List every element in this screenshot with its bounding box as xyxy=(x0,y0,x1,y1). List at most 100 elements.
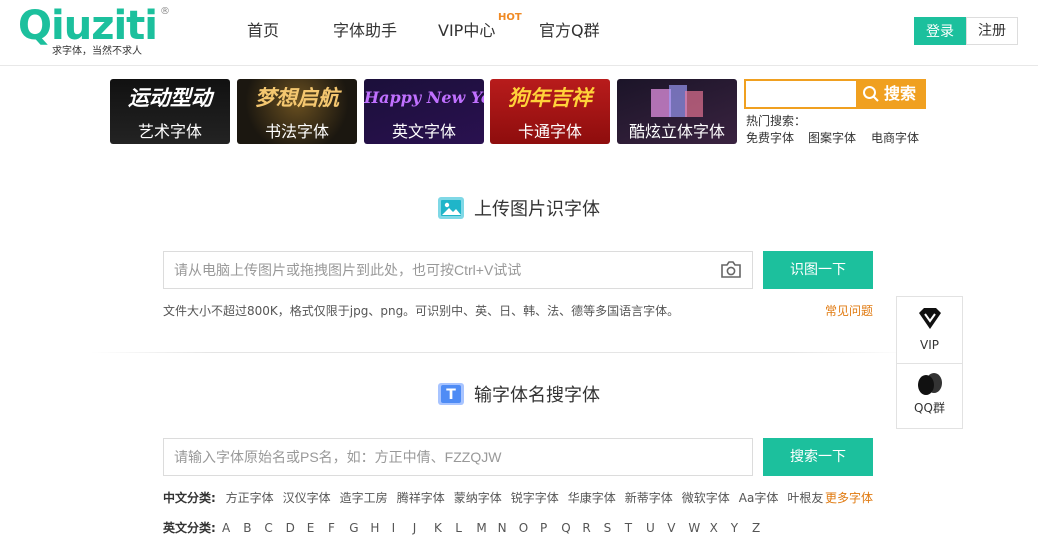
top-search-box: 搜索 xyxy=(744,79,926,109)
nav-vip-center[interactable]: VIP中心 xyxy=(438,20,495,42)
english-letter-link[interactable]: P xyxy=(540,520,547,536)
english-letter-link[interactable]: U xyxy=(646,520,655,536)
banner-art-text: 运动型动 xyxy=(128,86,212,110)
font-name-input[interactable] xyxy=(164,439,752,475)
banner-art-fonts[interactable]: 运动型动 艺术字体 xyxy=(110,79,230,144)
identify-image-button[interactable]: 识图一下 xyxy=(763,251,873,289)
english-letter-link[interactable]: V xyxy=(667,520,675,536)
banner-caption: 酷炫立体字体 xyxy=(628,122,725,141)
chinese-category-item[interactable]: 叶根友 xyxy=(787,491,823,505)
upload-input-box xyxy=(163,251,753,289)
chinese-category-item[interactable]: 蒙纳字体 xyxy=(454,491,502,505)
english-category-row: 英文分类: xyxy=(163,520,222,536)
side-qq-group-button[interactable]: QQ群 xyxy=(897,364,962,430)
text-font-icon: T xyxy=(438,383,464,405)
english-letter-link[interactable]: T xyxy=(625,520,632,536)
upload-image-input[interactable] xyxy=(164,252,752,288)
top-search-button[interactable]: 搜索 xyxy=(856,81,924,107)
faq-link[interactable]: 常见问题 xyxy=(825,303,873,319)
upload-section-title: 上传图片识字体 xyxy=(474,199,600,220)
logo[interactable]: Qiuziti ® 求字体，当然不求人 xyxy=(18,4,178,60)
header: Qiuziti ® 求字体，当然不求人 首页 字体助手 VIP中心 官方Q群 H… xyxy=(0,0,1038,66)
banner-caption: 艺术字体 xyxy=(137,122,202,141)
chinese-category-item[interactable]: 方正字体 xyxy=(226,491,274,505)
english-letter-link[interactable]: G xyxy=(349,520,358,536)
logo-text: Qiuziti xyxy=(18,3,158,49)
name-search-input-box xyxy=(163,438,753,476)
chinese-category-item[interactable]: 华康字体 xyxy=(568,491,616,505)
register-button[interactable]: 注册 xyxy=(966,17,1018,45)
banner-caption: 英文字体 xyxy=(391,122,456,141)
chinese-category-label: 中文分类: xyxy=(163,491,216,505)
banner-cartoon-fonts[interactable]: 狗年吉祥 卡通字体 xyxy=(490,79,610,144)
image-upload-icon xyxy=(438,197,464,219)
english-letter-link[interactable]: C xyxy=(264,520,272,536)
section-divider xyxy=(90,352,910,353)
hot-badge: HOT xyxy=(498,12,522,23)
english-letter-link[interactable]: B xyxy=(243,520,251,536)
english-letter-link[interactable]: K xyxy=(434,520,442,536)
vip-diamond-icon xyxy=(919,308,941,329)
english-letter-link[interactable]: Q xyxy=(561,520,570,536)
english-letter-link[interactable]: E xyxy=(307,520,315,536)
english-letter-link[interactable]: S xyxy=(604,520,612,536)
hot-link-ecommerce-fonts[interactable]: 电商字体 xyxy=(871,130,919,146)
qq-group-icon xyxy=(918,373,942,395)
chinese-category-row: 中文分类: 方正字体 汉仪字体 造字工房 腾祥字体 蒙纳字体 锐字字体 华康字体 新蒂字体 微软… xyxy=(163,490,832,506)
english-letter-link[interactable]: Y xyxy=(731,520,738,536)
svg-text:T: T xyxy=(446,387,456,403)
banner-3d-art xyxy=(651,85,703,117)
side-qq-group-label: QQ群 xyxy=(914,401,945,415)
banner-art-text: 梦想启航 xyxy=(255,86,339,110)
banner-calligraphy-fonts[interactable]: 梦想启航 书法字体 xyxy=(237,79,357,144)
english-letter-link[interactable]: H xyxy=(370,520,379,536)
chinese-category-item[interactable]: 腾祥字体 xyxy=(397,491,445,505)
nav-home[interactable]: 首页 xyxy=(247,20,279,42)
hot-link-pattern-fonts[interactable]: 图案字体 xyxy=(808,130,856,146)
english-letter-link[interactable]: O xyxy=(519,520,528,536)
banner-english-fonts[interactable]: Happy New Year 英文字体 xyxy=(364,79,484,144)
nav-official-qq-group[interactable]: 官方Q群 xyxy=(539,20,600,42)
english-category-label: 英文分类: xyxy=(163,521,216,535)
logo-slogan: 求字体，当然不求人 xyxy=(52,46,142,57)
english-letter-link[interactable]: F xyxy=(328,520,335,536)
english-letter-link[interactable]: I xyxy=(392,520,396,536)
hot-search-label: 热门搜索： xyxy=(746,114,807,128)
english-letter-link[interactable]: A xyxy=(222,520,230,536)
more-fonts-link[interactable]: 更多字体 xyxy=(825,490,873,506)
english-letter-link[interactable]: Z xyxy=(752,520,760,536)
banner-caption: 书法字体 xyxy=(264,122,329,141)
floating-side-panel: VIP QQ群 xyxy=(896,296,963,429)
chinese-category-item[interactable]: 锐字字体 xyxy=(511,491,559,505)
english-letter-link[interactable]: L xyxy=(455,520,462,536)
chinese-category-item[interactable]: 微软字体 xyxy=(682,491,730,505)
english-letter-link[interactable]: N xyxy=(498,520,507,536)
banner-3d-fonts[interactable]: 酷炫立体字体 xyxy=(617,79,737,144)
upload-note: 文件大小不超过800K，格式仅限于jpg、png。可识别中、英、日、韩、法、德等… xyxy=(163,304,680,318)
english-letter-link[interactable]: X xyxy=(710,520,718,536)
chinese-category-item[interactable]: Aa字体 xyxy=(739,491,779,505)
search-font-button[interactable]: 搜索一下 xyxy=(763,438,873,476)
banner-art-text: Happy New Year xyxy=(364,88,484,107)
name-search-section-title: 输字体名搜字体 xyxy=(474,385,600,406)
chinese-category-item[interactable]: 汉仪字体 xyxy=(283,491,331,505)
search-icon xyxy=(863,86,879,102)
english-letter-link[interactable]: W xyxy=(688,520,700,536)
registered-mark: ® xyxy=(160,6,170,17)
hot-link-free-fonts[interactable]: 免费字体 xyxy=(746,130,794,146)
english-letter-link[interactable]: D xyxy=(286,520,295,536)
english-letter-link[interactable]: M xyxy=(476,520,486,536)
banner-art-text: 狗年吉祥 xyxy=(508,86,592,110)
camera-icon[interactable] xyxy=(720,261,742,279)
login-button[interactable]: 登录 xyxy=(914,17,966,45)
side-vip-button[interactable]: VIP xyxy=(897,297,962,363)
english-letter-link[interactable]: R xyxy=(582,520,590,536)
chinese-category-item[interactable]: 造字工房 xyxy=(340,491,388,505)
nav-font-helper[interactable]: 字体助手 xyxy=(333,20,397,42)
top-search-input[interactable] xyxy=(746,81,856,107)
top-search-label: 搜索 xyxy=(884,84,917,103)
side-vip-label: VIP xyxy=(920,338,939,352)
english-letter-link[interactable]: J xyxy=(413,520,417,536)
banner-caption: 卡通字体 xyxy=(517,122,582,141)
chinese-category-item[interactable]: 新蒂字体 xyxy=(625,491,673,505)
